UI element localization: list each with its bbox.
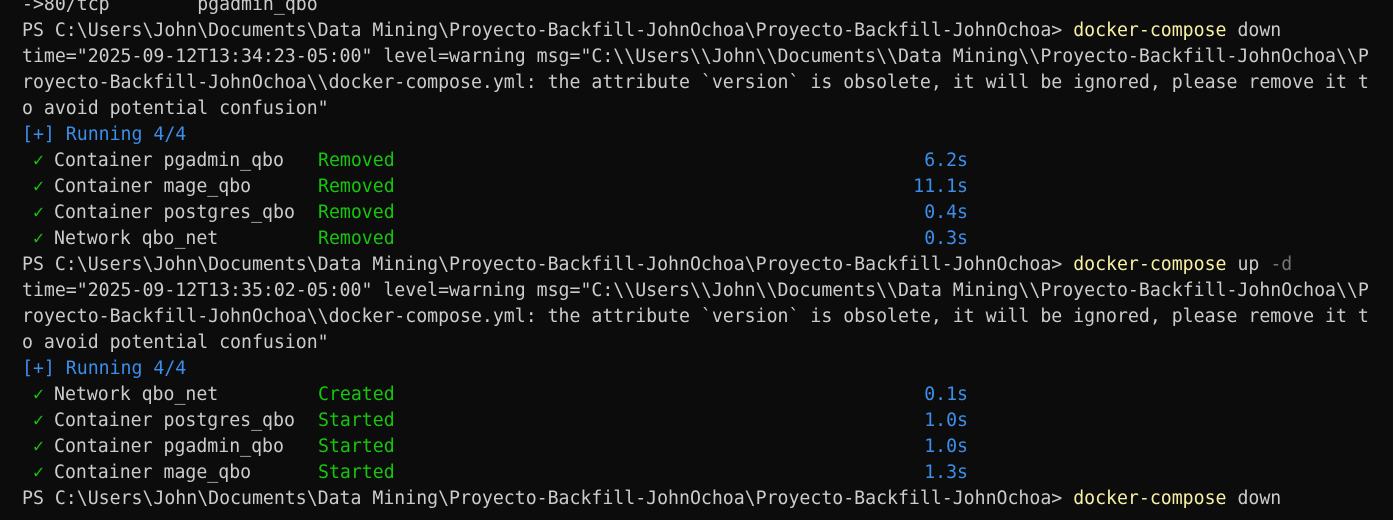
port-text: ->80/tcp xyxy=(22,0,110,15)
check-icon: ✓ xyxy=(33,176,44,197)
scrollbar[interactable] xyxy=(1389,0,1393,520)
check-icon: ✓ xyxy=(33,228,44,249)
resource-status: Removed xyxy=(318,202,395,223)
resource-name: Container pgadmin_qbo xyxy=(54,150,284,171)
check-icon: ✓ xyxy=(33,436,44,457)
resource-time: 0.3s xyxy=(924,228,968,249)
resource-time: 1.3s xyxy=(924,462,968,483)
list-item: ✓ Container postgres_qbo Started 1.0s xyxy=(22,408,1369,434)
resource-name: Container mage_qbo xyxy=(54,176,252,197)
resource-name: Container pgadmin_qbo xyxy=(54,436,284,457)
check-icon: ✓ xyxy=(33,462,44,483)
list-item: ✓ Container mage_qbo Removed 11.1s xyxy=(22,174,1369,200)
list-item: ✓ Container mage_qbo Started 1.3s xyxy=(22,460,1369,486)
resource-time: 11.1s xyxy=(913,176,968,197)
terminal-output: ->80/tcp pgadmin_qbo PS C:\Users\John\Do… xyxy=(22,0,1369,512)
check-icon: ✓ xyxy=(33,150,44,171)
resource-status: Started xyxy=(318,410,395,431)
resource-name: Container mage_qbo xyxy=(54,462,252,483)
resource-name: Network qbo_net xyxy=(54,228,219,249)
list-item: ✓ Container pgadmin_qbo Started 1.0s xyxy=(22,434,1369,460)
warning-line: o avoid potential confusion" xyxy=(22,98,329,119)
resource-status: Created xyxy=(318,384,395,405)
resource-name: Container postgres_qbo xyxy=(54,410,295,431)
terminal-window[interactable]: ->80/tcp pgadmin_qbo PS C:\Users\John\Do… xyxy=(0,0,1393,520)
check-icon: ✓ xyxy=(33,202,44,223)
resource-name: Container postgres_qbo xyxy=(54,202,295,223)
prompt-text: PS C:\Users\John\Documents\Data Mining\P… xyxy=(22,254,1063,275)
running-status: [+] Running 4/4 xyxy=(22,358,187,379)
resource-name: Network qbo_net xyxy=(54,384,219,405)
command-text: docker-compose xyxy=(1073,488,1227,509)
resource-status: Removed xyxy=(318,150,395,171)
list-item: ✓ Container postgres_qbo Removed 0.4s xyxy=(22,200,1369,226)
prompt-text: PS C:\Users\John\Documents\Data Mining\P… xyxy=(22,488,1063,509)
container-name-text: pgadmin_qbo xyxy=(197,0,318,15)
command-arg: down xyxy=(1237,488,1282,509)
resource-time: 0.4s xyxy=(924,202,968,223)
warning-line: time="2025-09-12T13:35:02-05:00" level=w… xyxy=(22,280,1369,301)
list-item: ✓ Network qbo_net Created 0.1s xyxy=(22,382,1369,408)
warning-line: time="2025-09-12T13:34:23-05:00" level=w… xyxy=(22,46,1369,67)
command-flag: -d xyxy=(1270,254,1293,275)
command-text: docker-compose xyxy=(1073,254,1227,275)
prompt-line: PS C:\Users\John\Documents\Data Mining\P… xyxy=(22,252,1369,278)
check-icon: ✓ xyxy=(33,384,44,405)
prompt-line[interactable]: PS C:\Users\John\Documents\Data Mining\P… xyxy=(22,486,1369,512)
resource-time: 1.0s xyxy=(924,436,968,457)
command-text: docker-compose xyxy=(1073,20,1227,41)
command-arg: down xyxy=(1237,20,1282,41)
list-item: ✓ Container pgadmin_qbo Removed 6.2s xyxy=(22,148,1369,174)
resource-status: Started xyxy=(318,436,395,457)
warning-line: o avoid potential confusion" xyxy=(22,332,329,353)
warning-line: royecto-Backfill-JohnOchoa\\docker-compo… xyxy=(22,72,1369,93)
partial-output-line: ->80/tcp pgadmin_qbo xyxy=(22,0,1369,18)
warning-line: royecto-Backfill-JohnOchoa\\docker-compo… xyxy=(22,306,1369,327)
prompt-text: PS C:\Users\John\Documents\Data Mining\P… xyxy=(22,20,1063,41)
resource-time: 0.1s xyxy=(924,384,968,405)
running-status: [+] Running 4/4 xyxy=(22,124,187,145)
resource-time: 1.0s xyxy=(924,410,968,431)
prompt-line: PS C:\Users\John\Documents\Data Mining\P… xyxy=(22,18,1369,44)
list-item: ✓ Network qbo_net Removed 0.3s xyxy=(22,226,1369,252)
check-icon: ✓ xyxy=(33,410,44,431)
command-arg: up xyxy=(1237,254,1260,275)
resource-status: Removed xyxy=(318,228,395,249)
resource-status: Removed xyxy=(318,176,395,197)
resource-status: Started xyxy=(318,462,395,483)
resource-time: 6.2s xyxy=(924,150,968,171)
